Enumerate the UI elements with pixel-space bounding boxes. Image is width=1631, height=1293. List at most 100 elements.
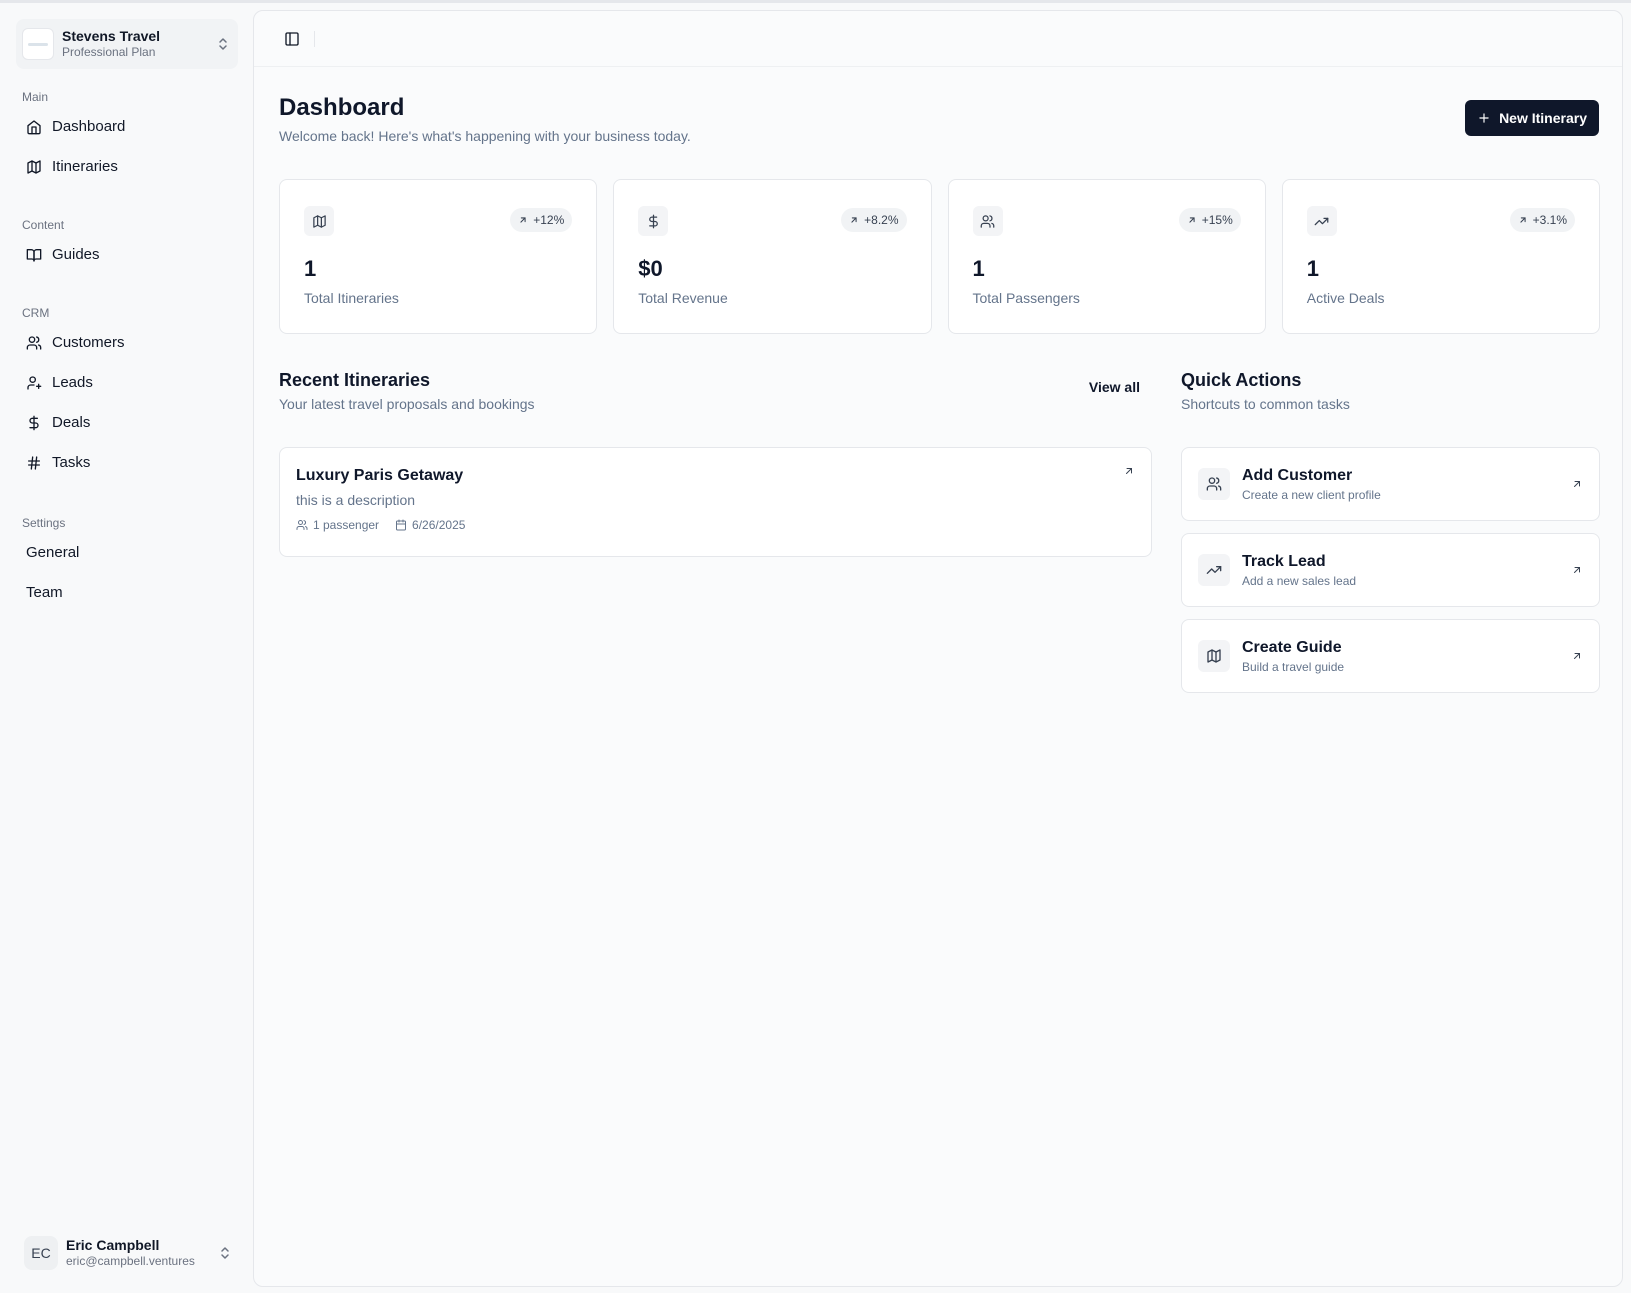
quick-action-add-customer[interactable]: Add Customer Create a new client profile [1181, 447, 1600, 521]
user-email: eric@campbell.ventures [66, 1254, 195, 1268]
hash-icon [26, 455, 42, 471]
stat-change: +12% [533, 213, 565, 227]
page-subtitle: Welcome back! Here's what's happening wi… [279, 128, 691, 144]
panel-left-icon [285, 31, 299, 46]
users-icon [972, 206, 1003, 236]
sidebar-item-label: Tasks [52, 454, 91, 471]
trending-up-icon [1198, 554, 1230, 586]
itinerary-description: this is a description [296, 492, 416, 508]
section-subtitle: Shortcuts to common tasks [1181, 396, 1350, 412]
quick-action-subtitle: Build a travel guide [1242, 660, 1345, 674]
section-subtitle: Your latest travel proposals and booking… [279, 396, 535, 412]
section-title: Recent Itineraries [279, 370, 431, 390]
dollar-icon [638, 206, 669, 236]
stat-change-badge: +15% [1178, 208, 1241, 232]
org-logo [22, 28, 54, 60]
arrow-up-right-icon [1571, 650, 1583, 662]
itinerary-card[interactable]: Luxury Paris Getaway this is a descripti… [279, 447, 1152, 557]
map-icon [26, 159, 42, 175]
page-header: Dashboard Welcome back! Here's what's ha… [279, 93, 691, 144]
sidebar-item-label: Team [26, 584, 63, 601]
arrow-up-right-icon [849, 215, 859, 225]
chevrons-up-down-icon [218, 1244, 232, 1262]
nav-label-content: Content [22, 218, 65, 232]
stat-label: Active Deals [1306, 290, 1385, 306]
quick-actions: Quick Actions Shortcuts to common tasks … [1181, 369, 1600, 693]
nav-group-crm: CRM Customers Leads Deals Tasks [16, 303, 238, 483]
stat-value: $0 [638, 256, 663, 281]
arrow-up-right-icon[interactable] [1123, 464, 1135, 482]
arrow-up-right-icon [1187, 215, 1197, 225]
itinerary-meta: 1 passenger 6/26/2025 [296, 518, 1135, 532]
stat-label: Total Revenue [638, 290, 728, 306]
page-title: Dashboard [279, 94, 405, 121]
stat-value: 1 [972, 256, 985, 281]
arrow-up-right-icon [1571, 564, 1583, 576]
sidebar-item-itineraries[interactable]: Itineraries [16, 147, 238, 187]
quick-action-subtitle: Create a new client profile [1242, 488, 1381, 502]
stat-change-badge: +8.2% [841, 208, 907, 232]
plus-icon [1477, 111, 1491, 125]
book-icon [26, 247, 42, 263]
sidebar-item-label: Leads [52, 374, 93, 391]
stat-card-passengers: +15% 1 Total Passengers [947, 179, 1266, 334]
nav-label-settings: Settings [22, 516, 66, 530]
itinerary-passengers: 1 passenger [313, 518, 380, 532]
sidebar-item-guides[interactable]: Guides [16, 235, 238, 275]
sidebar-item-label: Itineraries [52, 158, 118, 175]
stat-change-badge: +3.1% [1509, 208, 1575, 232]
divider [314, 30, 315, 47]
view-all-button[interactable]: View all [1089, 379, 1140, 395]
arrow-up-right-icon [1518, 215, 1528, 225]
home-icon [26, 119, 42, 135]
user-plus-icon [26, 375, 42, 391]
users-icon [26, 335, 42, 351]
map-icon [1198, 640, 1230, 672]
stat-value: 1 [1306, 256, 1319, 281]
users-icon [296, 519, 308, 531]
chevrons-up-down-icon [216, 35, 230, 53]
sidebar-toggle-button[interactable] [278, 25, 306, 53]
trending-up-icon [1306, 206, 1337, 236]
sidebar-item-label: General [26, 544, 80, 561]
org-plan: Professional Plan [62, 45, 156, 59]
sidebar-item-label: Dashboard [52, 118, 126, 135]
nav-label-crm: CRM [22, 306, 50, 320]
sidebar-item-customers[interactable]: Customers [16, 323, 238, 363]
quick-action-title: Add Customer [1242, 467, 1353, 484]
dollar-icon [26, 415, 42, 431]
quick-action-track-lead[interactable]: Track Lead Add a new sales lead [1181, 533, 1600, 607]
arrow-up-right-icon [518, 215, 528, 225]
org-switcher[interactable]: Stevens Travel Professional Plan [16, 19, 238, 69]
stats-row: +12% 1 Total Itineraries +8.2% $0 Total … [279, 179, 1600, 334]
calendar-icon [395, 519, 407, 531]
quick-action-title: Create Guide [1242, 639, 1342, 656]
sidebar-item-leads[interactable]: Leads [16, 363, 238, 403]
stat-card-itineraries: +12% 1 Total Itineraries [279, 179, 598, 334]
section-title: Quick Actions [1181, 370, 1302, 390]
sidebar-item-tasks[interactable]: Tasks [16, 443, 238, 483]
nav-group-main: Main Dashboard Itineraries [16, 87, 238, 187]
top-bar [254, 11, 1622, 67]
main-panel: Dashboard Welcome back! Here's what's ha… [253, 10, 1623, 1287]
sidebar-item-label: Customers [52, 334, 125, 351]
stat-value: 1 [304, 256, 317, 281]
quick-action-title: Track Lead [1242, 553, 1326, 570]
nav-group-content: Content Guides [16, 215, 238, 275]
arrow-up-right-icon [1571, 478, 1583, 490]
sidebar-item-team[interactable]: Team [16, 573, 238, 613]
sidebar: Stevens Travel Professional Plan Main Da… [0, 3, 252, 1293]
stat-label: Total Itineraries [304, 290, 399, 306]
nav-group-settings: Settings General Team [16, 513, 238, 613]
itinerary-date: 6/26/2025 [412, 518, 466, 532]
sidebar-item-general[interactable]: General [16, 533, 238, 573]
new-itinerary-button[interactable]: New Itinerary [1465, 100, 1599, 136]
quick-action-create-guide[interactable]: Create Guide Build a travel guide [1181, 619, 1600, 693]
sidebar-item-label: Deals [52, 414, 91, 431]
user-name: Eric Campbell [66, 1237, 160, 1253]
quick-action-subtitle: Add a new sales lead [1242, 574, 1357, 588]
user-menu[interactable]: EC Eric Campbell eric@campbell.ventures [16, 1228, 238, 1278]
org-name: Stevens Travel [62, 28, 161, 44]
sidebar-item-dashboard[interactable]: Dashboard [16, 107, 238, 147]
sidebar-item-deals[interactable]: Deals [16, 403, 238, 443]
